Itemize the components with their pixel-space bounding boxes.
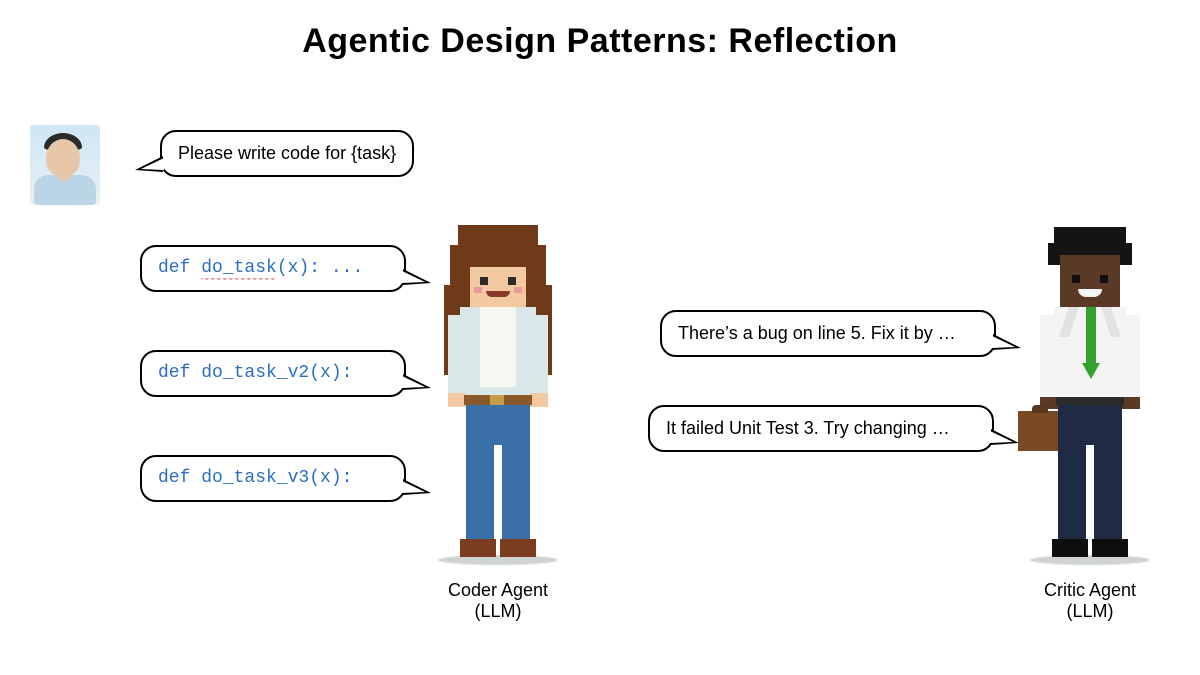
critic-agent-label-line2: (LLM) [1066,601,1113,621]
user-request-text: Please write code for {task} [178,143,396,163]
coder-agent-label-line1: Coder Agent [448,580,548,600]
critic-agent-label: Critic Agent (LLM) [1000,580,1180,621]
coder-agent-label-line2: (LLM) [474,601,521,621]
diagram-canvas: Agentic Design Patterns: Reflection Plea… [0,0,1200,675]
coder-agent-label: Coder Agent (LLM) [408,580,588,621]
code-rest: (x): [309,468,352,488]
code-keyword: def [158,363,201,383]
coder-bubble-2: def do_task_v2(x): [140,350,406,397]
critic-agent-figure [1010,225,1170,565]
coder-agent-figure [418,225,578,565]
code-rest: (x): [309,363,352,383]
critic-bubble-2-text: It failed Unit Test 3. Try changing … [666,418,950,438]
code-keyword: def [158,468,201,488]
critic-bubble-2: It failed Unit Test 3. Try changing … [648,405,994,452]
page-title: Agentic Design Patterns: Reflection [0,22,1200,61]
critic-bubble-1: There’s a bug on line 5. Fix it by … [660,310,996,357]
coder-bubble-1: def do_task(x): ... [140,245,406,292]
user-avatar [30,125,100,205]
critic-agent-label-line1: Critic Agent [1044,580,1136,600]
coder-bubble-3: def do_task_v3(x): [140,455,406,502]
code-fn-name: do_task_v3 [201,468,309,488]
user-request-bubble: Please write code for {task} [160,130,414,177]
code-keyword: def [158,258,201,278]
code-fn-name: do_task_v2 [201,363,309,383]
code-fn-name: do_task [201,258,277,280]
critic-bubble-1-text: There’s a bug on line 5. Fix it by … [678,323,956,343]
code-rest: (x): ... [277,258,363,278]
